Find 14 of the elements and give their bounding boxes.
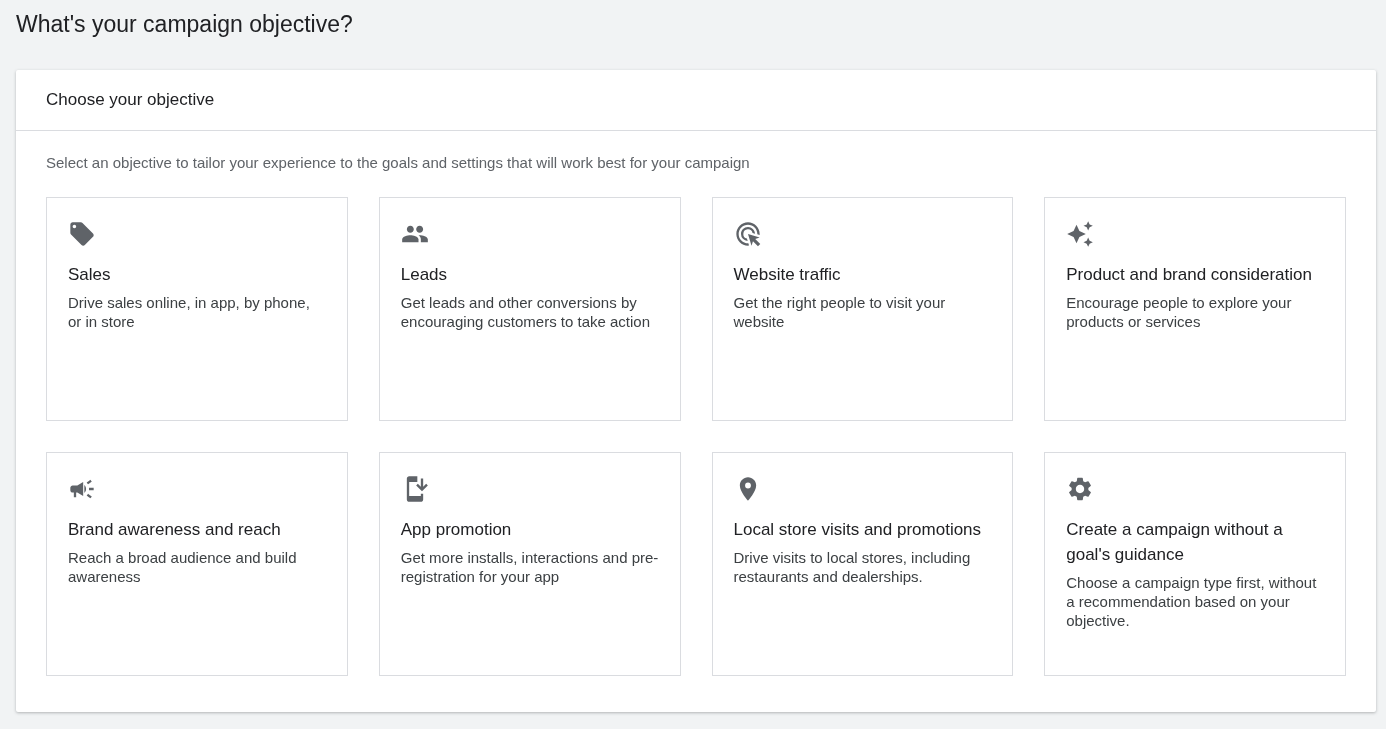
tag-icon (68, 220, 96, 248)
sparkles-icon (1066, 220, 1095, 248)
cursor-click-icon (733, 220, 762, 248)
objective-tile[interactable]: Create a campaign without a goal's guidance Choose a campaign type first, without a recommendation based on your objective. (1044, 452, 1346, 676)
objective-tile[interactable]: Sales Drive sales online, in app, by phone, or in store (46, 197, 348, 421)
page-title: What's your campaign objective? (16, 10, 354, 39)
objective-tile[interactable]: Website traffic Get the right people to visit your website (711, 197, 1014, 421)
card-description: Select an objective to tailor your experience to the goals and settings that will work best for your campaign (46, 153, 751, 173)
objective-tile[interactable]: Product and brand consideration Encourage people to explore your products or services (1044, 197, 1346, 421)
objective-tile[interactable]: Leads Get leads and other conversions by encouraging customers to take action (378, 197, 681, 421)
objective-tile[interactable]: Brand awareness and reach Reach a broad audience and build awareness (46, 452, 348, 676)
card-title: Choose your objective (16, 70, 1376, 131)
objective-tile[interactable]: App promotion Get more installs, interactions and pre-registration for your app (378, 452, 681, 676)
objective-tile[interactable]: Local store visits and promotions Drive visits to local stores, including restaurants and dealerships. (711, 452, 1014, 676)
